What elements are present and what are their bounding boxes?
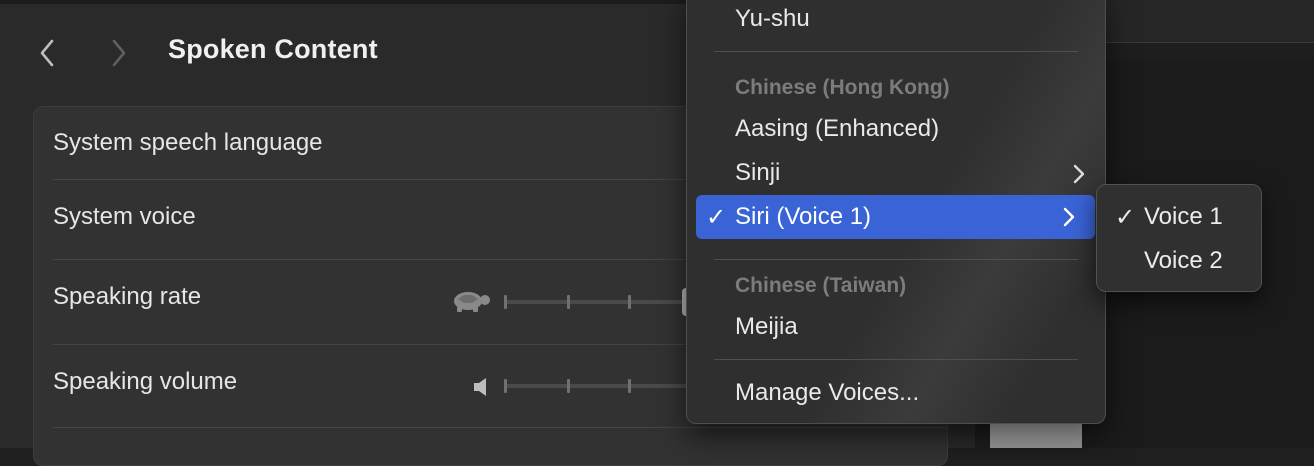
menu-item-meijia[interactable]: Meijia	[735, 313, 798, 341]
menu-item-siri-voice-1[interactable]: ✓ Siri (Voice 1)	[696, 195, 1095, 239]
menu-header-chinese-hong-kong: Chinese (Hong Kong)	[735, 76, 950, 99]
chevron-right-icon	[1063, 207, 1075, 227]
manage-voices-item[interactable]: Manage Voices...	[735, 379, 919, 407]
voice-submenu: ✓ Voice 1 Voice 2	[1096, 184, 1262, 292]
slider-tick	[628, 295, 631, 309]
checkmark-icon: ✓	[706, 204, 727, 231]
background-toolbar	[1100, 0, 1314, 43]
submenu-item-voice-2[interactable]: Voice 2	[1144, 247, 1223, 275]
slider-tick	[567, 295, 570, 309]
menu-header-chinese-taiwan: Chinese (Taiwan)	[735, 274, 907, 297]
menu-separator	[714, 259, 1078, 260]
chevron-left-icon	[40, 39, 54, 67]
slider-tick	[504, 295, 507, 309]
system-voice-label: System voice	[53, 203, 196, 230]
speaking-rate-label: Speaking rate	[53, 283, 202, 310]
turtle-icon	[454, 292, 490, 312]
menu-separator	[714, 51, 1078, 52]
speaking-volume-label: Speaking volume	[53, 368, 238, 395]
slider-tick	[628, 379, 631, 393]
page-title: Spoken Content	[168, 34, 378, 64]
menu-item-sinji[interactable]: Sinji	[735, 159, 780, 187]
submenu-item-voice-1[interactable]: Voice 1	[1144, 203, 1223, 231]
forward-button[interactable]	[104, 36, 134, 70]
slider-tick	[504, 379, 507, 393]
voice-menu: Yu-shu Chinese (Hong Kong) Aasing (Enhan…	[686, 0, 1106, 424]
slider-tick	[567, 379, 570, 393]
divider	[53, 427, 947, 428]
speaking-rate-slider-track[interactable]	[504, 300, 689, 304]
menu-item-aasing[interactable]: Aasing (Enhanced)	[735, 115, 939, 143]
chevron-right-icon	[1073, 164, 1085, 184]
system-speech-language-label: System speech language	[53, 129, 323, 156]
speaker-icon	[474, 378, 486, 396]
back-button[interactable]	[32, 36, 62, 70]
speaking-volume-slider-track[interactable]	[504, 384, 689, 388]
checkmark-icon: ✓	[1115, 204, 1136, 231]
menu-item-yu-shu[interactable]: Yu-shu	[735, 5, 810, 33]
menu-item-siri-label: Siri (Voice 1)	[735, 203, 872, 230]
chevron-right-icon	[112, 39, 126, 67]
menu-separator	[714, 359, 1078, 360]
